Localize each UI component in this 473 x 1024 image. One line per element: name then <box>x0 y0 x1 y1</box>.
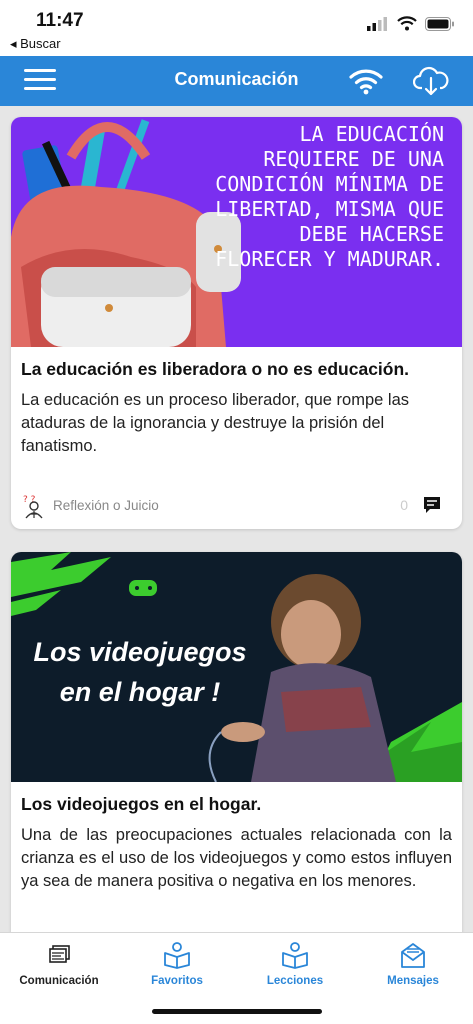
article-feed[interactable]: LA EDUCACIÓN REQUIERE DE UNA CONDICIÓN M… <box>0 106 473 932</box>
page-title: Comunicación <box>174 69 299 89</box>
tab-label: Comunicación <box>19 975 99 987</box>
status-icons <box>367 16 455 31</box>
wifi-icon[interactable] <box>349 66 383 96</box>
article-image-caption: Los videojuegos en el hogar ! <box>33 637 247 707</box>
cellular-signal-icon <box>367 16 387 31</box>
article-description: Una de las preocupaciones actuales relac… <box>21 826 452 890</box>
svg-text:? ?: ? ? <box>23 495 36 505</box>
battery-icon <box>425 16 454 31</box>
tab-mensajes[interactable]: Mensajes <box>358 941 468 987</box>
author-label: Reflexión o Juicio <box>53 498 159 513</box>
top-navigation-bar: Comunicación <box>0 56 473 106</box>
tab-lecciones[interactable]: Lecciones <box>240 941 350 987</box>
mail-icon <box>401 943 425 968</box>
reader-icon <box>282 942 308 969</box>
comment-icon[interactable] <box>422 495 442 515</box>
tab-favoritos[interactable]: Favoritos <box>122 941 232 987</box>
article-description: La educación es un proceso liberador, qu… <box>21 391 409 455</box>
article-image: LA EDUCACIÓN REQUIERE DE UNA CONDICIÓN M… <box>11 117 462 347</box>
tab-comunicacion[interactable]: Comunicación <box>4 941 114 987</box>
stack-icon <box>49 945 70 963</box>
wifi-status-icon <box>397 16 417 31</box>
status-time: 11:47 <box>36 10 84 31</box>
article-title[interactable]: La educación es liberadora o no es educa… <box>11 347 462 381</box>
home-indicator <box>152 1009 322 1014</box>
tab-label: Lecciones <box>266 975 324 987</box>
back-to-app-link[interactable]: ◂ Buscar <box>10 36 61 52</box>
article-card[interactable]: LA EDUCACIÓN REQUIERE DE UNA CONDICIÓN M… <box>11 117 462 529</box>
article-footer: ? ? Reflexión o Juicio 0 <box>21 493 452 519</box>
cloud-download-icon[interactable] <box>413 65 449 97</box>
article-card[interactable]: Los videojuegos en el hogar ! Los videoj… <box>11 552 462 932</box>
comment-count: 0 <box>400 497 408 513</box>
article-image: Los videojuegos en el hogar ! <box>11 552 462 782</box>
thinking-person-icon: ? ? <box>23 495 43 519</box>
reader-icon <box>164 942 190 969</box>
status-bar: 11:47 ◂ Buscar <box>0 0 473 56</box>
article-title[interactable]: Los videojuegos en el hogar. <box>11 782 462 816</box>
tab-label: Favoritos <box>151 975 203 987</box>
article-image-caption: LA EDUCACIÓN REQUIERE DE UNA CONDICIÓN M… <box>215 122 444 271</box>
tab-label: Mensajes <box>387 975 439 987</box>
